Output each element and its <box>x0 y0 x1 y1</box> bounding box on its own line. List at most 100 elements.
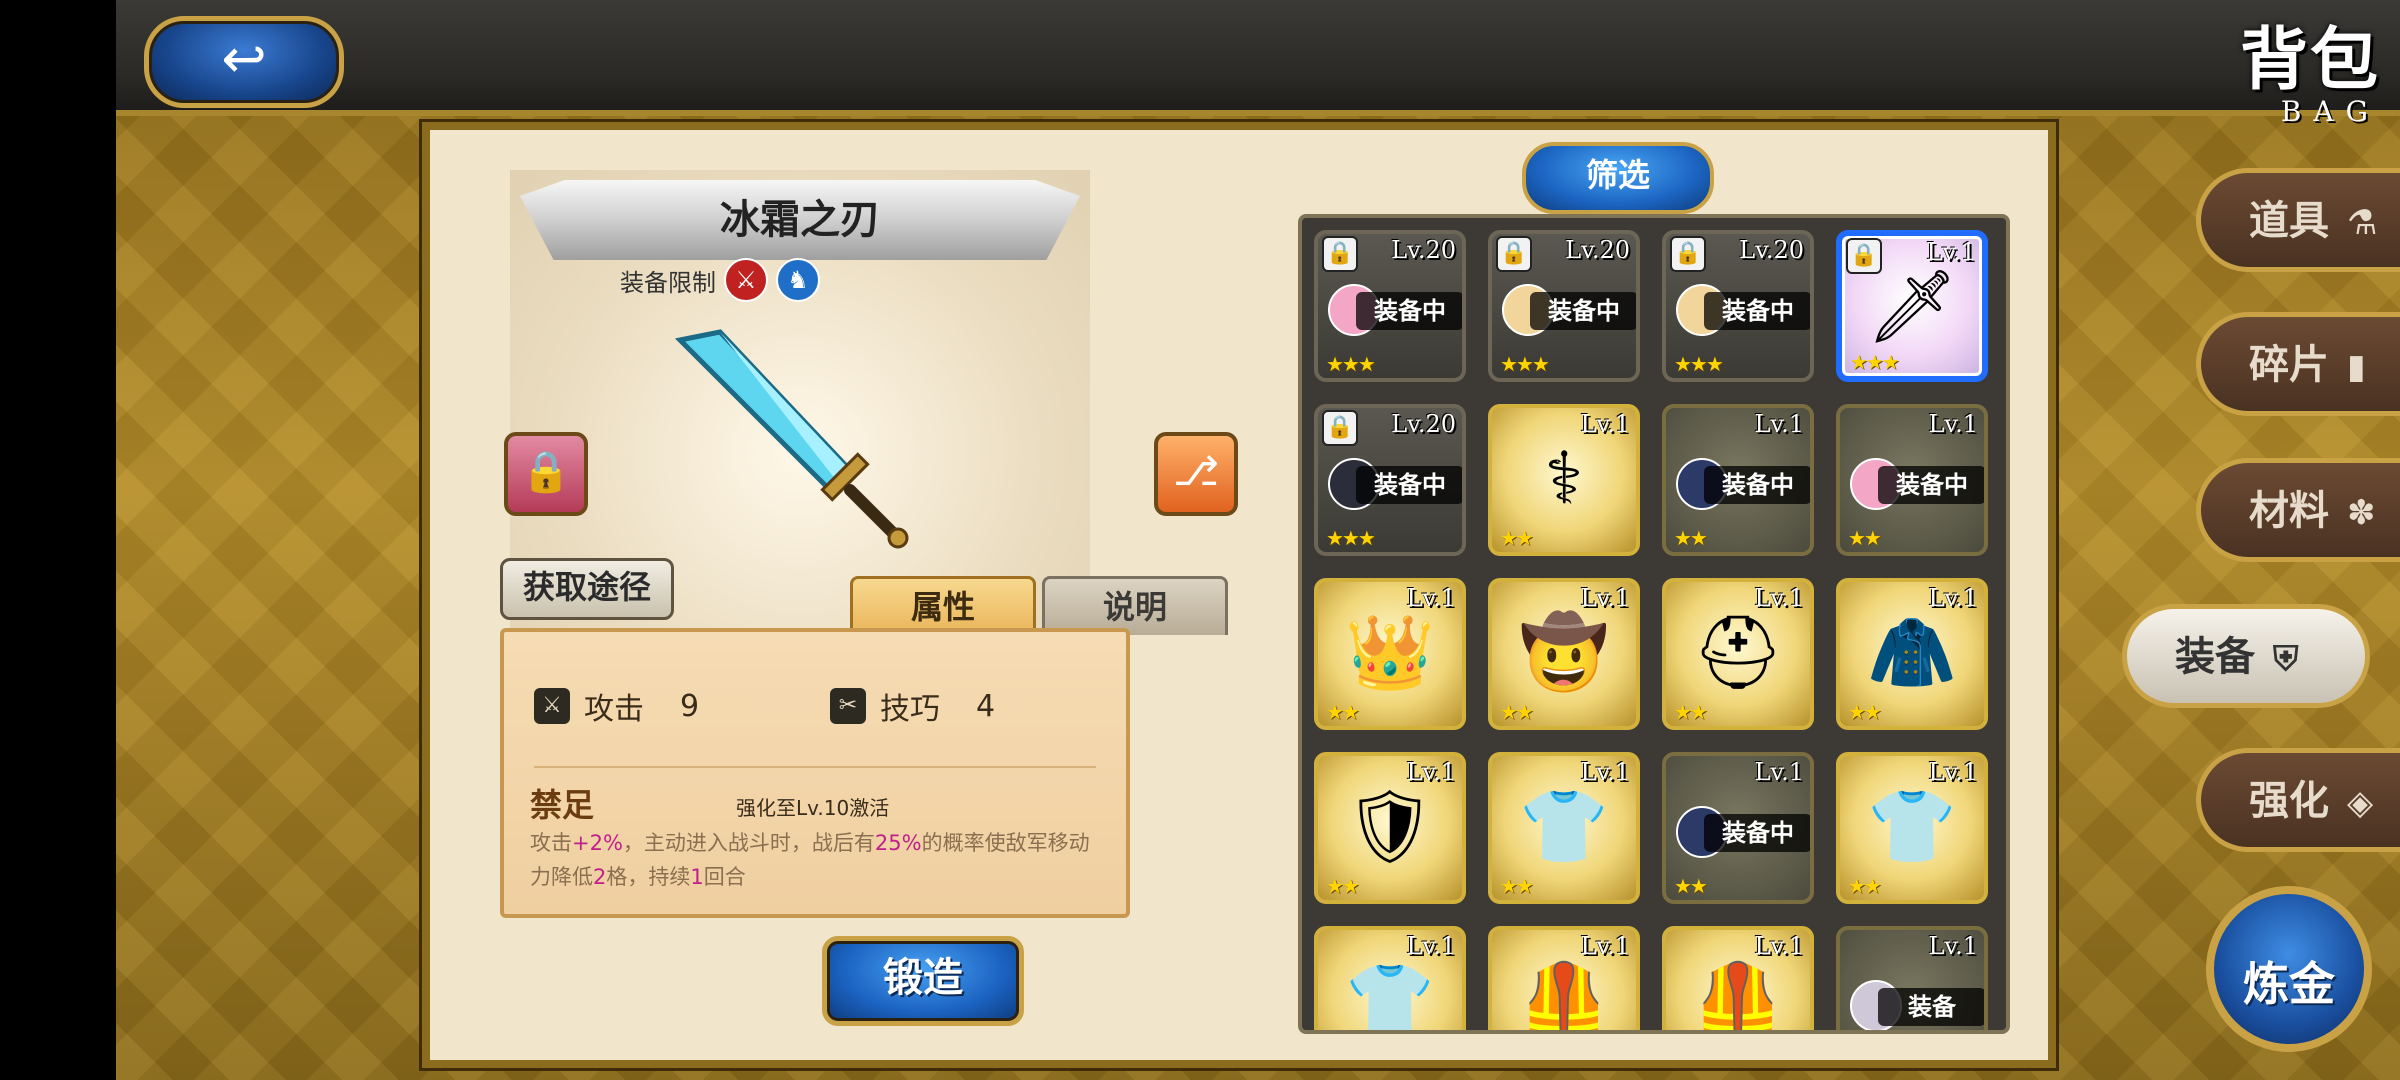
equipment-slot[interactable]: 👕 Lv.1 ★★ <box>1836 752 1988 904</box>
sword-class-icon: ⚔ <box>724 258 768 302</box>
equipment-slot[interactable]: 🛡 Lv.1 ★★ <box>1314 752 1466 904</box>
slot-level: Lv.1 <box>1580 758 1630 786</box>
equipment-slot[interactable]: 🔒 Lv.20 装备中 ★★★ <box>1662 230 1814 382</box>
equipment-item-icon: 🧥 <box>1867 610 1957 694</box>
rarity-stars: ★★ <box>1500 700 1534 724</box>
equipment-slot[interactable]: ⛑ Lv.1 ★★ <box>1662 578 1814 730</box>
rarity-stars: ★★★ <box>1500 352 1550 376</box>
equipment-slot[interactable]: 🤠 Lv.1 ★★ <box>1488 578 1640 730</box>
equipped-badge: 装备 <box>1878 988 1984 1026</box>
equipment-slot[interactable]: 🦺 Lv.1 <box>1488 926 1640 1030</box>
alchemy-button[interactable]: 炼金 <box>2206 886 2372 1052</box>
equipped-badge: 装备中 <box>1704 292 1810 330</box>
slot-level: Lv.20 <box>1391 410 1456 438</box>
rarity-stars: ★★ <box>1326 700 1360 724</box>
slot-level: Lv.20 <box>1391 236 1456 264</box>
divider <box>534 766 1096 768</box>
equipment-slot[interactable]: 👕 Lv.1 ★★ <box>1488 752 1640 904</box>
slot-level: Lv.1 <box>1754 584 1804 612</box>
rarity-stars: ★★★ <box>1674 352 1724 376</box>
rarity-stars: ★★ <box>1674 700 1708 724</box>
equipment-slot[interactable]: 👑 Lv.1 ★★ <box>1314 578 1466 730</box>
equipment-item-icon: 🛡 <box>1344 784 1436 868</box>
forge-button[interactable]: 锻造 <box>822 936 1024 1026</box>
slot-level: Lv.1 <box>1754 758 1804 786</box>
equipment-slot[interactable]: Lv.1 装备中 ★★ <box>1662 404 1814 556</box>
lock-icon: 🔒 <box>1496 236 1532 272</box>
stat-attack-label: 攻击 <box>584 692 644 727</box>
equipment-item-icon: 👕 <box>1867 784 1957 868</box>
equipment-item-icon: 🤠 <box>1519 610 1609 694</box>
lock-icon: 🔒 <box>1322 410 1358 446</box>
rarity-stars: ★★★ <box>1326 352 1376 376</box>
attributes-panel: ⚔ 攻击 9 ✂ 技巧 4 禁足 强化至Lv.10激活 攻击+2%，主动进入战斗… <box>500 628 1130 918</box>
equipment-slot[interactable]: 🗡 🔒 Lv.1 ★★★ <box>1836 230 1988 382</box>
rarity-stars: ★★★ <box>1850 350 1900 374</box>
rarity-stars: ★★ <box>1848 874 1882 898</box>
equipment-slot[interactable]: 🔒 Lv.20 装备中 ★★★ <box>1314 230 1466 382</box>
rarity-stars: ★★ <box>1500 874 1534 898</box>
acquire-source-button[interactable]: 获取途径 <box>500 558 674 620</box>
back-button[interactable]: ↩ <box>144 16 344 108</box>
tab-attributes[interactable]: 属性 <box>850 576 1036 635</box>
tab-description[interactable]: 说明 <box>1042 576 1228 635</box>
passive-skill-description: 攻击+2%，主动进入战斗时，战后有25%的概率使敌军移动力降低2格，持续1回合 <box>530 831 1090 889</box>
side-tab-label: 材料 <box>2249 488 2329 534</box>
slot-level: Lv.1 <box>1928 410 1978 438</box>
slot-level: Lv.20 <box>1739 236 1804 264</box>
equipment-slot[interactable]: 👕 Lv.1 <box>1314 926 1466 1034</box>
equipment-item-icon: 👕 <box>1519 784 1609 868</box>
slot-level: Lv.1 <box>1928 932 1978 960</box>
equipped-badge: 装备中 <box>1356 292 1462 330</box>
filter-button[interactable]: 筛选 <box>1522 142 1714 214</box>
lock-icon: 🔒 <box>1670 236 1706 272</box>
equipped-badge: 装备中 <box>1704 466 1810 504</box>
page-title-en: BAG <box>2280 95 2380 128</box>
horse-class-icon: ♞ <box>776 258 820 302</box>
stat-skill-value: 4 <box>976 688 996 724</box>
side-tab-label: 碎片 <box>2249 342 2329 388</box>
equipment-slot[interactable]: 🔒 Lv.20 装备中 ★★★ <box>1488 230 1640 382</box>
equipped-badge: 装备中 <box>1704 814 1810 852</box>
equipment-item-icon: 👕 <box>1345 958 1435 1034</box>
share-button[interactable]: ⎇ <box>1154 432 1238 516</box>
equipment-slot[interactable]: 🧥 Lv.1 ★★ <box>1836 578 1988 730</box>
stat-skill: ✂ 技巧 4 <box>830 684 995 728</box>
restriction-label: 装备限制 <box>620 268 716 297</box>
rarity-stars: ★★★ <box>1326 526 1376 550</box>
page-title: 背包 BAG <box>2180 4 2380 128</box>
side-tab-enhance[interactable]: 强化 ◈ <box>2196 748 2400 852</box>
equipment-grid: 🔒 Lv.20 装备中 ★★★ 🔒 Lv.20 装备中 ★★★ 🔒 Lv.20 装备中 ★★★ 🗡 🔒 Lv… <box>1314 230 1988 1034</box>
equipment-item-icon: ⚕ <box>1544 436 1584 520</box>
flask-icon: ⚗ <box>2347 203 2378 243</box>
side-tab-equipment[interactable]: 装备 ⛨ <box>2122 604 2370 708</box>
lock-button[interactable]: 🔒 <box>504 432 588 516</box>
side-tab-label: 装备 <box>2175 634 2255 680</box>
passive-skill-condition: 强化至Lv.10激活 <box>736 796 890 820</box>
side-tab-items[interactable]: 道具 ⚗ <box>2196 168 2400 272</box>
attack-icon: ⚔ <box>534 688 570 724</box>
rarity-stars: ★★ <box>1848 700 1882 724</box>
stat-attack-value: 9 <box>680 688 700 724</box>
equipment-item-icon: ⛑ <box>1692 610 1784 694</box>
equipped-badge: 装备中 <box>1878 466 1984 504</box>
share-icon: ⎇ <box>1172 449 1220 495</box>
slot-level: Lv.1 <box>1928 758 1978 786</box>
slot-level: Lv.1 <box>1406 584 1456 612</box>
equipment-item-icon: 🦺 <box>1693 958 1783 1034</box>
rarity-stars: ★★ <box>1848 526 1882 550</box>
item-name-ribbon: 冰霜之刃 <box>520 180 1080 260</box>
equipment-slot[interactable]: Lv.1 装备 <box>1836 926 1988 1030</box>
equipment-slot[interactable]: 🔒 Lv.20 装备中 ★★★ <box>1314 404 1466 556</box>
rarity-stars: ★★ <box>1674 526 1708 550</box>
side-tab-materials[interactable]: 材料 ✽ <box>2196 458 2400 562</box>
equipment-slot[interactable]: Lv.1 装备中 ★★ <box>1662 752 1814 904</box>
equipment-slot[interactable]: ⚕ Lv.1 ★★ <box>1488 404 1640 556</box>
equipment-slot[interactable]: 🦺 Lv.1 <box>1662 926 1814 1034</box>
side-tab-fragments[interactable]: 碎片 ▮ <box>2196 312 2400 416</box>
lock-icon: 🔒 <box>521 449 571 495</box>
material-icon: ✽ <box>2347 493 2376 533</box>
equipment-slot[interactable]: Lv.1 装备中 ★★ <box>1836 404 1988 556</box>
slot-level: Lv.1 <box>1580 932 1630 960</box>
side-tab-label: 道具 <box>2249 198 2329 244</box>
